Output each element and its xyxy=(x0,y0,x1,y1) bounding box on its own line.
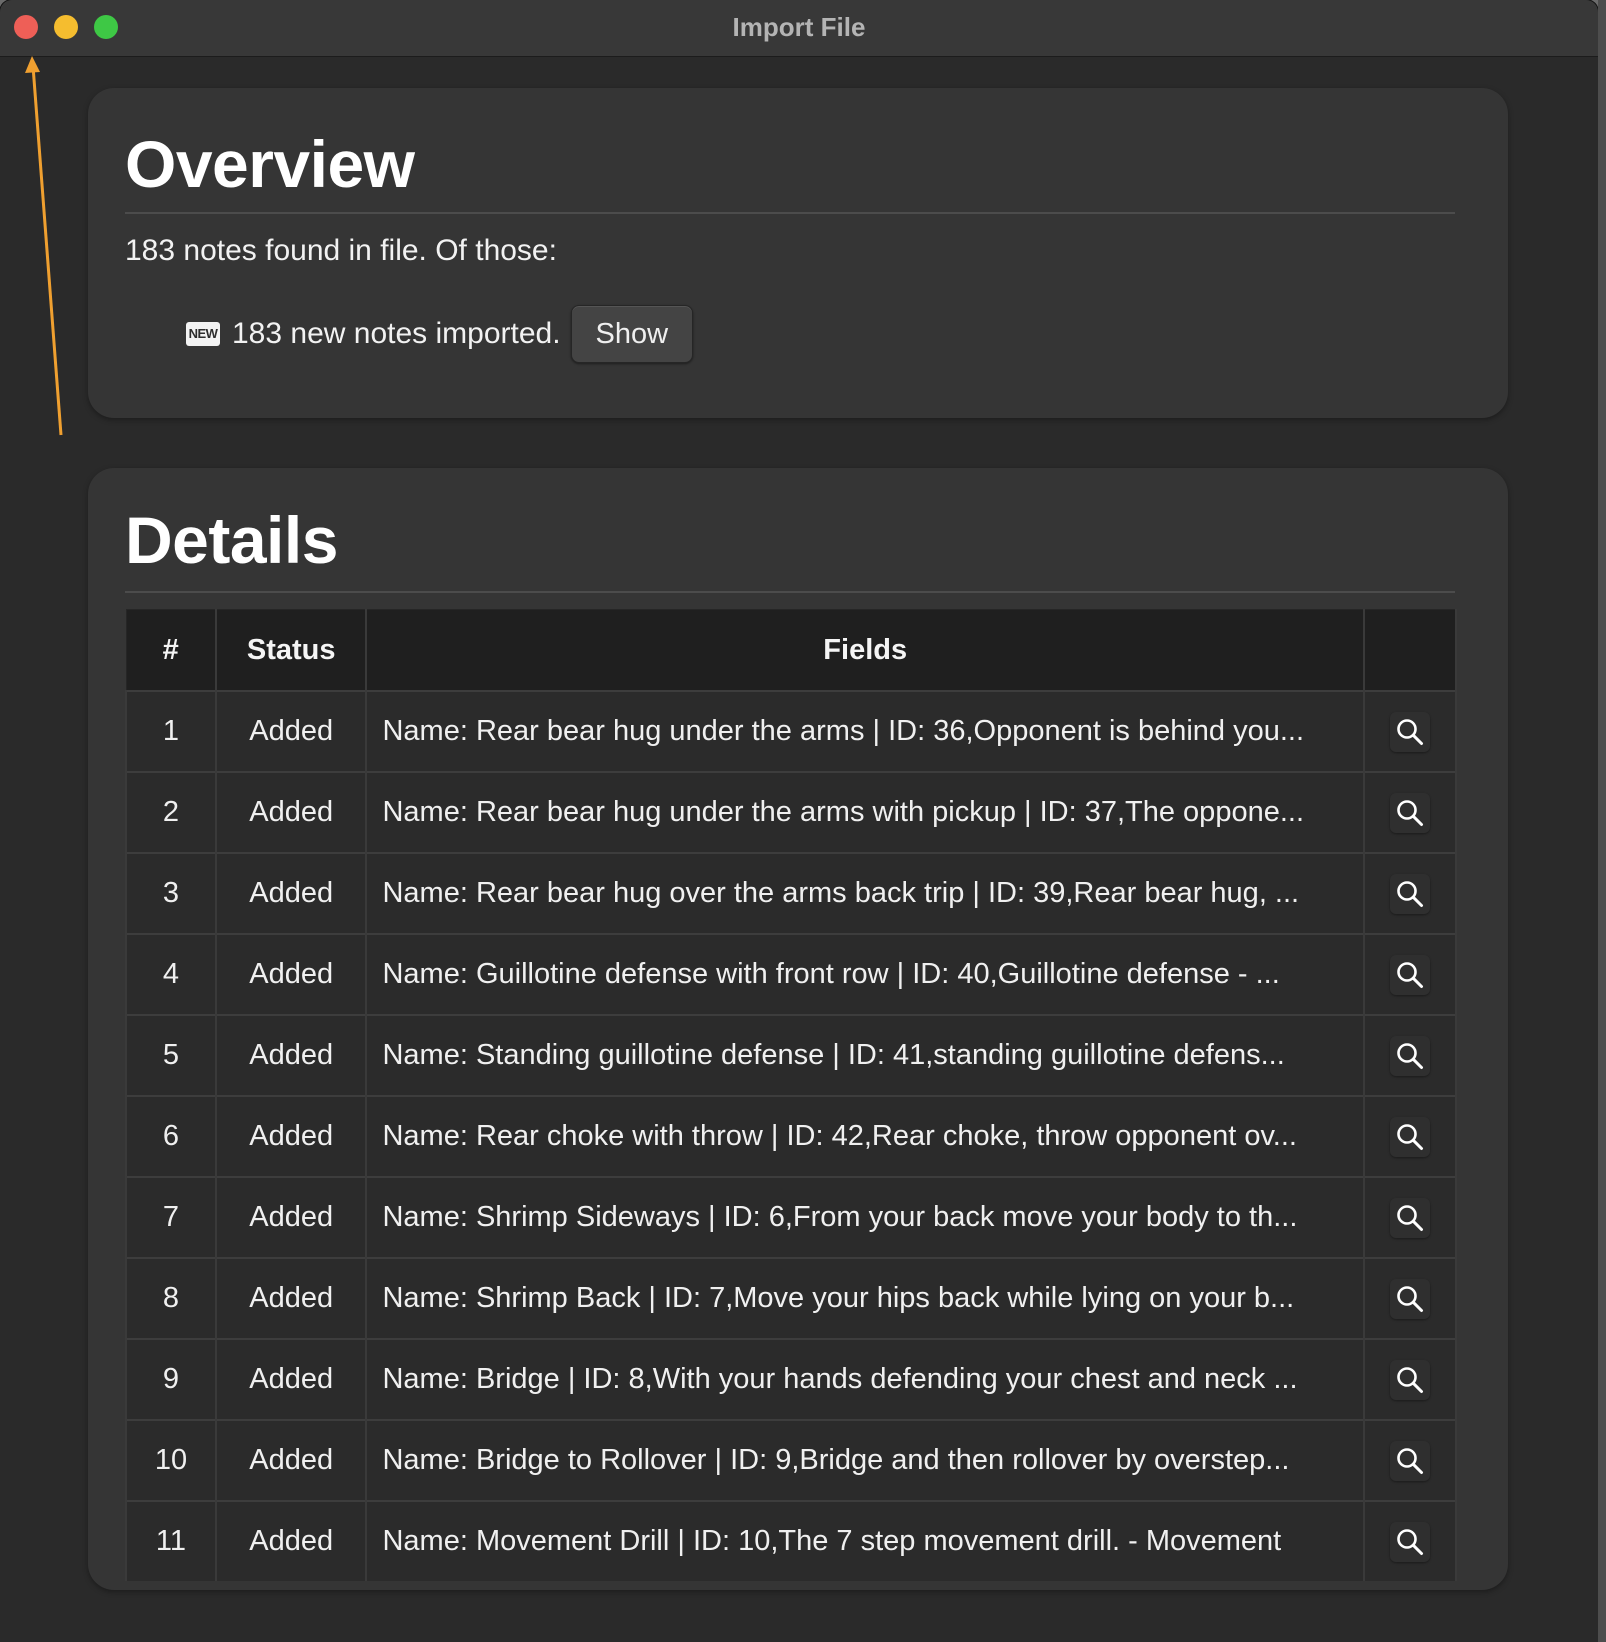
row-status: Added xyxy=(214,1014,368,1096)
overview-heading: Overview xyxy=(125,127,415,201)
inspect-note-button[interactable] xyxy=(1389,1278,1430,1319)
details-card: Details # Status Fields 1 Added Name: Rear… xyxy=(88,468,1508,1590)
magnifier-icon xyxy=(1395,1284,1425,1314)
row-action-cell xyxy=(1362,1095,1458,1177)
row-fields: Name: Bridge to Rollover | ID: 9,Bridge … xyxy=(365,1419,1365,1501)
magnifier-icon xyxy=(1395,798,1425,828)
row-status: Added xyxy=(214,1095,368,1177)
overview-divider xyxy=(125,212,1455,214)
row-fields: Name: Rear bear hug over the arms back t… xyxy=(365,852,1365,934)
row-status: Added xyxy=(214,933,368,1015)
column-header-actions xyxy=(1363,609,1458,692)
magnifier-icon xyxy=(1395,960,1425,990)
inspect-note-button[interactable] xyxy=(1389,792,1430,833)
row-action-cell xyxy=(1362,933,1458,1015)
inspect-note-button[interactable] xyxy=(1389,954,1430,995)
import-summary: 183 notes found in file. Of those: xyxy=(125,234,557,267)
row-number: 10 xyxy=(125,1419,217,1501)
row-status: Added xyxy=(214,1419,368,1501)
table-row[interactable]: 6 Added Name: Rear choke with throw | ID: … xyxy=(125,1095,1458,1177)
window-title: Import File xyxy=(732,12,866,42)
column-header-number[interactable]: # xyxy=(125,609,217,692)
row-action-cell xyxy=(1362,1419,1458,1501)
row-action-cell xyxy=(1362,1176,1458,1258)
table-header-row: # Status Fields xyxy=(125,609,1458,692)
table-row[interactable]: 8 Added Name: Shrimp Back | ID: 7,Move you… xyxy=(125,1257,1458,1339)
magnifier-icon xyxy=(1395,1365,1425,1395)
row-action-cell xyxy=(1362,771,1458,853)
inspect-note-button[interactable] xyxy=(1389,1197,1430,1238)
row-fields: Name: Standing guillotine defense | ID: … xyxy=(365,1014,1365,1096)
row-number: 6 xyxy=(125,1095,217,1177)
row-action-cell xyxy=(1362,1014,1458,1096)
row-action-cell xyxy=(1362,1257,1458,1339)
magnifier-icon xyxy=(1395,1122,1425,1152)
magnifier-icon xyxy=(1395,1203,1425,1233)
row-action-cell xyxy=(1362,690,1458,772)
magnifier-icon xyxy=(1395,1446,1425,1476)
row-status: Added xyxy=(214,852,368,934)
row-status: Added xyxy=(214,1257,368,1339)
magnifier-icon xyxy=(1395,717,1425,747)
row-status: Added xyxy=(214,1338,368,1420)
details-divider xyxy=(125,591,1455,593)
row-number: 1 xyxy=(125,690,217,772)
inspect-note-button[interactable] xyxy=(1389,1521,1430,1562)
row-status: Added xyxy=(214,690,368,772)
magnifier-icon xyxy=(1395,879,1425,909)
import-file-window: Import File Overview 183 notes found in … xyxy=(0,0,1598,1642)
magnifier-icon xyxy=(1395,1527,1425,1557)
title-bar[interactable]: Import File xyxy=(0,0,1598,57)
table-row[interactable]: 4 Added Name: Guillotine defense with fron… xyxy=(125,933,1458,1015)
overview-card: Overview 183 notes found in file. Of tho… xyxy=(88,88,1508,418)
details-table: # Status Fields 1 Added Name: Rear bear hu… xyxy=(125,609,1458,1581)
row-status: Added xyxy=(214,771,368,853)
show-button[interactable]: Show xyxy=(570,305,694,363)
row-action-cell xyxy=(1362,852,1458,934)
row-status: Added xyxy=(214,1500,368,1581)
row-number: 3 xyxy=(125,852,217,934)
table-row[interactable]: 1 Added Name: Rear bear hug under the arms… xyxy=(125,690,1458,772)
inspect-note-button[interactable] xyxy=(1389,1359,1430,1400)
magnifier-icon xyxy=(1395,1041,1425,1071)
row-fields: Name: Rear bear hug under the arms | ID:… xyxy=(365,690,1365,772)
row-action-cell xyxy=(1362,1338,1458,1420)
inspect-note-button[interactable] xyxy=(1389,711,1430,752)
column-header-status[interactable]: Status xyxy=(215,609,368,692)
row-number: 7 xyxy=(125,1176,217,1258)
column-header-fields[interactable]: Fields xyxy=(365,609,1365,692)
row-number: 2 xyxy=(125,771,217,853)
background-window-edge xyxy=(1598,0,1606,1642)
table-row[interactable]: 11 Added Name: Movement Drill | ID: 10,The… xyxy=(125,1500,1458,1581)
row-status: Added xyxy=(214,1176,368,1258)
inspect-note-button[interactable] xyxy=(1389,873,1430,914)
row-fields: Name: Movement Drill | ID: 10,The 7 step… xyxy=(365,1500,1365,1581)
row-fields: Name: Rear choke with throw | ID: 42,Rea… xyxy=(365,1095,1365,1177)
row-number: 4 xyxy=(125,933,217,1015)
row-number: 5 xyxy=(125,1014,217,1096)
inspect-note-button[interactable] xyxy=(1389,1440,1430,1481)
table-row[interactable]: 10 Added Name: Bridge to Rollover | ID: 9,… xyxy=(125,1419,1458,1501)
table-row[interactable]: 5 Added Name: Standing guillotine defense … xyxy=(125,1014,1458,1096)
row-action-cell xyxy=(1362,1500,1458,1581)
row-number: 9 xyxy=(125,1338,217,1420)
new-notes-text: 183 new notes imported. xyxy=(232,317,561,350)
table-row[interactable]: 7 Added Name: Shrimp Sideways | ID: 6,From… xyxy=(125,1176,1458,1258)
row-fields: Name: Shrimp Sideways | ID: 6,From your … xyxy=(365,1176,1365,1258)
details-heading: Details xyxy=(125,503,338,577)
new-icon: NEW xyxy=(186,322,220,346)
row-number: 11 xyxy=(125,1500,217,1581)
inspect-note-button[interactable] xyxy=(1389,1035,1430,1076)
row-fields: Name: Rear bear hug under the arms with … xyxy=(365,771,1365,853)
new-notes-row: NEW 183 new notes imported. Show xyxy=(186,304,694,364)
row-number: 8 xyxy=(125,1257,217,1339)
table-row[interactable]: 2 Added Name: Rear bear hug under the arms… xyxy=(125,771,1458,853)
table-row[interactable]: 3 Added Name: Rear bear hug over the arms … xyxy=(125,852,1458,934)
table-row[interactable]: 9 Added Name: Bridge | ID: 8,With your han… xyxy=(125,1338,1458,1420)
row-fields: Name: Shrimp Back | ID: 7,Move your hips… xyxy=(365,1257,1365,1339)
table-body: 1 Added Name: Rear bear hug under the arms… xyxy=(125,690,1458,1581)
row-fields: Name: Bridge | ID: 8,With your hands def… xyxy=(365,1338,1365,1420)
row-fields: Name: Guillotine defense with front row … xyxy=(365,933,1365,1015)
inspect-note-button[interactable] xyxy=(1389,1116,1430,1157)
